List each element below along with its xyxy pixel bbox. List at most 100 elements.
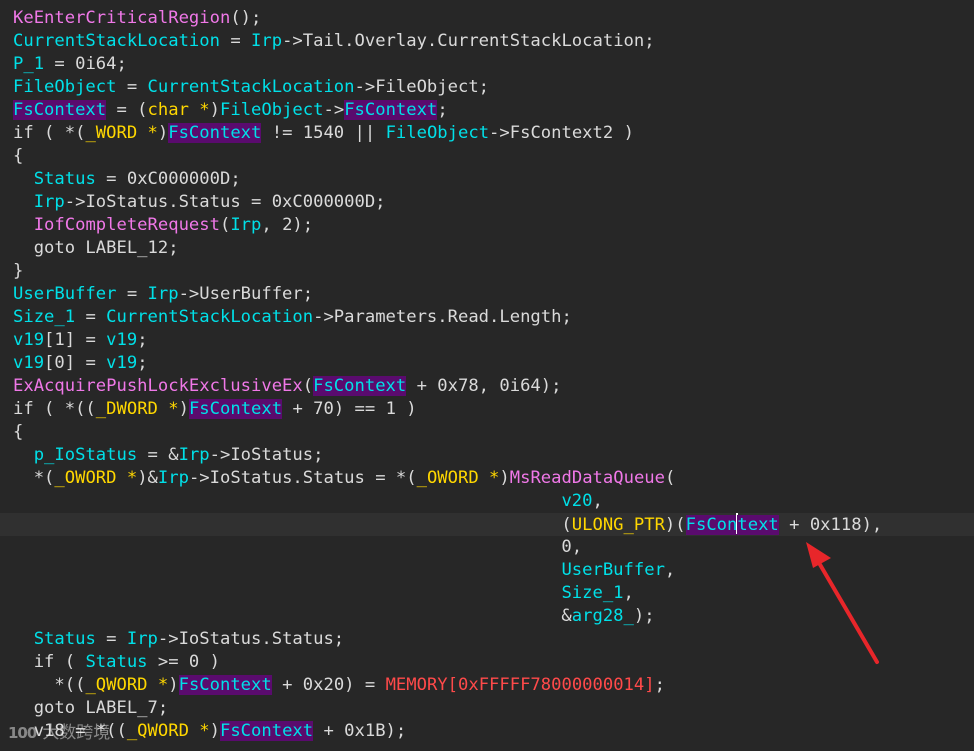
code-text: = 0xC000000D; [95,169,241,189]
code-line[interactable]: if ( Status >= 0 ) [0,651,974,674]
code-text: *(( [13,675,86,695]
type-token[interactable]: _OWORD * [54,468,137,488]
code-line[interactable]: Status = 0xC000000D; [0,168,974,191]
code-line[interactable]: 0, [0,536,974,559]
identifier-token[interactable]: P_1 [13,54,44,74]
code-line[interactable]: &arg28_); [0,605,974,628]
code-text: ) [178,399,189,419]
code-text: ) [209,721,220,741]
identifier-token[interactable]: Status [85,652,147,672]
identifier-token[interactable]: Irp [230,215,261,235]
code-text: [0] = [44,353,107,373]
code-text: )( [664,515,686,535]
highlighted-identifier[interactable]: FsContext [219,721,314,741]
type-token[interactable]: _OWORD * [417,468,500,488]
code-line[interactable]: IofCompleteRequest(Irp, 2); [0,214,974,237]
identifier-token[interactable]: v19 [106,353,137,373]
code-text: if ( *(( [13,399,96,419]
code-line[interactable]: ExAcquirePushLockExclusiveEx(FsContext +… [0,375,974,398]
code-line[interactable]: FileObject = CurrentStackLocation->FileO… [0,76,974,99]
code-text: ->IoStatus.Status; [157,629,345,649]
type-token[interactable]: _QWORD * [127,721,210,741]
code-line[interactable]: goto LABEL_7; [0,697,974,720]
highlighted-identifier[interactable]: FsContext [313,376,407,396]
identifier-token[interactable]: Irp [34,192,65,212]
identifier-token[interactable]: Size_1 [13,307,75,327]
identifier-token[interactable]: Irp [251,31,282,51]
code-text: goto LABEL_12; [13,238,179,258]
code-line[interactable]: Size_1 = CurrentStackLocation->Parameter… [0,306,974,329]
type-token[interactable]: _WORD * [85,123,157,143]
code-line[interactable]: p_IoStatus = &Irp->IoStatus; [0,444,974,467]
highlighted-identifier[interactable]: FsContext [344,100,438,120]
type-token[interactable]: _DWORD * [96,399,179,419]
code-line[interactable]: UserBuffer, [0,559,974,582]
highlighted-identifier[interactable]: FsContext [188,399,283,419]
code-line-current[interactable]: (ULONG_PTR)(FsContext + 0x118), [0,513,974,536]
code-line[interactable]: *((_QWORD *)FsContext + 0x20) = MEMORY[0… [0,674,974,697]
code-line[interactable]: CurrentStackLocation = Irp->Tail.Overlay… [0,30,974,53]
code-line[interactable]: { [0,421,974,444]
identifier-token[interactable]: Size_1 [561,583,623,603]
identifier-token[interactable]: v19 [13,330,44,350]
identifier-token[interactable]: arg28_ [572,606,634,626]
function-token[interactable]: MsReadDataQueue [510,468,665,488]
highlighted-identifier[interactable]: FsCon [685,515,738,535]
identifier-token[interactable]: CurrentStackLocation [106,307,313,327]
type-token[interactable]: ULONG_PTR [572,515,665,535]
code-line[interactable]: if ( *(_WORD *)FsContext != 1540 || File… [0,122,974,145]
code-text: ( [664,468,676,488]
function-token[interactable]: KeEnterCriticalRegion [13,8,230,28]
code-line[interactable]: P_1 = 0i64; [0,53,974,76]
identifier-token[interactable]: FileObject [13,77,116,97]
identifier-token[interactable]: FileObject [220,100,323,120]
identifier-token[interactable]: Irp [158,468,189,488]
identifier-token[interactable]: Irp [179,445,210,465]
code-line[interactable]: FsContext = (char *)FileObject->FsContex… [0,99,974,122]
identifier-token[interactable]: Irp [127,629,158,649]
type-token[interactable]: _QWORD * [85,675,168,695]
code-line[interactable]: Status = Irp->IoStatus.Status; [0,628,974,651]
identifier-token[interactable]: Status [34,169,96,189]
identifier-token[interactable]: FileObject [386,123,489,143]
code-line[interactable]: } [0,260,974,283]
code-text: [1] = [44,330,107,350]
identifier-token[interactable]: v20 [561,491,592,511]
code-line[interactable]: Size_1, [0,582,974,605]
identifier-token[interactable]: v19 [106,330,137,350]
identifier-token[interactable]: CurrentStackLocation [148,77,355,97]
identifier-token[interactable]: p_IoStatus [34,445,137,465]
highlighted-identifier[interactable]: FsContext [178,675,272,695]
code-line[interactable]: v20, [0,490,974,513]
code-line[interactable]: if ( *((_DWORD *)FsContext + 70) == 1 ) [0,398,974,421]
code-line[interactable]: v19[0] = v19; [0,352,974,375]
code-line[interactable]: v18 = *((_QWORD *)FsContext + 0x1B); [0,720,974,743]
highlighted-identifier[interactable]: FsContext [168,123,262,143]
pseudocode-editor[interactable]: KeEnterCriticalRegion(); CurrentStackLoca… [0,0,974,751]
identifier-token[interactable]: UserBuffer [13,284,116,304]
code-line[interactable]: UserBuffer = Irp->UserBuffer; [0,283,974,306]
code-line[interactable]: *(_OWORD *)&Irp->IoStatus.Status = *(_OW… [0,467,974,490]
function-token[interactable]: IofCompleteRequest [34,215,220,235]
code-line[interactable]: v19[1] = v19; [0,329,974,352]
code-line[interactable]: { [0,145,974,168]
code-line[interactable]: KeEnterCriticalRegion(); [0,7,974,30]
identifier-token[interactable]: Status [34,629,96,649]
code-line[interactable]: goto LABEL_12; [0,237,974,260]
highlighted-identifier[interactable]: text [737,515,779,535]
code-text: ) [209,100,220,120]
highlighted-identifier[interactable]: FsContext [13,100,107,120]
code-text: , 2); [261,215,314,235]
identifier-token[interactable]: CurrentStackLocation [13,31,220,51]
function-token[interactable]: ExAcquirePushLockExclusiveEx [13,376,303,396]
code-text: ->IoStatus; [209,445,324,465]
identifier-token[interactable]: Irp [148,284,179,304]
code-line[interactable]: Irp->IoStatus.Status = 0xC000000D; [0,191,974,214]
type-token[interactable]: char * [148,100,210,120]
memory-token[interactable]: MEMORY[0xFFFFF78000000014] [386,675,655,695]
identifier-token[interactable]: v19 [13,353,44,373]
code-text: *( [13,468,55,488]
identifier-token[interactable]: UserBuffer [561,560,664,580]
